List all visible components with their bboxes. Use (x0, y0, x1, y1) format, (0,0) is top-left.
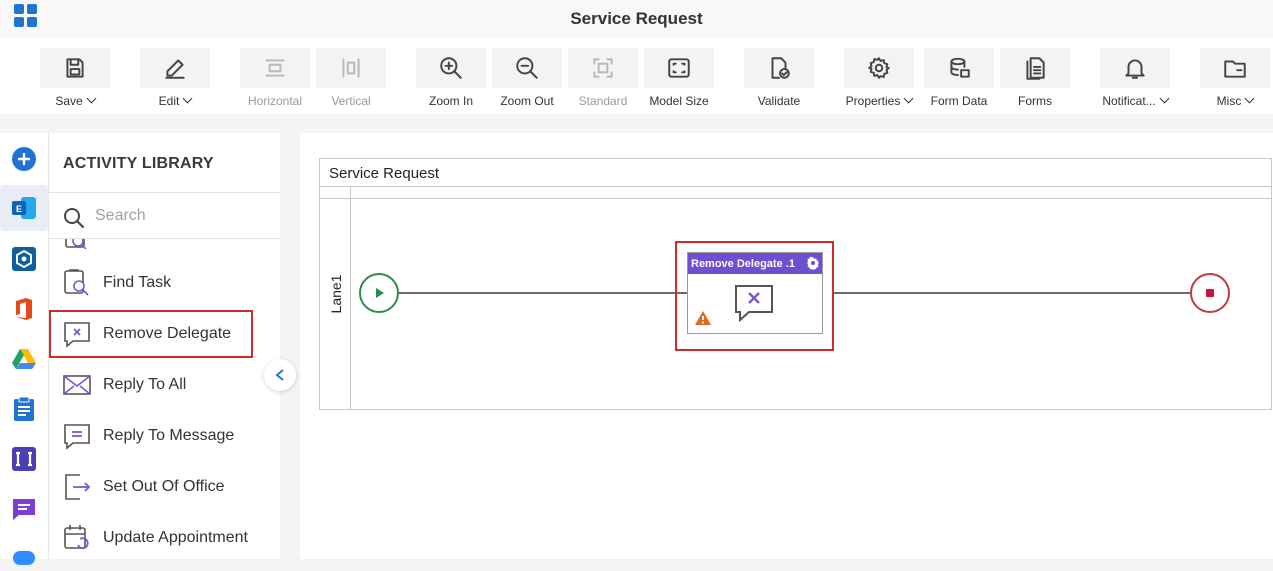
start-event[interactable] (359, 273, 399, 313)
properties-button[interactable]: Properties (844, 48, 914, 112)
collapse-library-button[interactable] (264, 359, 296, 391)
find-icon (65, 239, 87, 249)
forms-button[interactable]: Forms (1000, 48, 1070, 112)
exchange-icon[interactable]: E (0, 185, 48, 231)
add-icon[interactable] (11, 146, 37, 172)
hexagon-app-icon[interactable] (11, 246, 37, 272)
left-rail: E (0, 133, 48, 565)
edit-label: Edit (158, 94, 180, 108)
task-label: Remove Delegate .1 (691, 258, 795, 270)
database-icon (950, 57, 970, 78)
save-label: Save (55, 94, 83, 108)
library-item-reply-to-message[interactable]: Reply To Message (49, 412, 281, 460)
standard-button[interactable]: Standard (568, 48, 638, 112)
notifications-button[interactable]: Notificat... (1100, 48, 1170, 112)
gear-icon (868, 57, 890, 79)
end-event[interactable] (1190, 273, 1230, 313)
play-icon (376, 288, 384, 298)
library-item-label: Set Out Of Office (103, 478, 225, 495)
pool[interactable]: Service Request Lane1 Remove Delegate .1 (319, 158, 1272, 410)
library-item-update-appointment[interactable]: Update Appointment (49, 514, 281, 562)
library-item-label: Update Appointment (103, 529, 248, 546)
vertical-label: Vertical (331, 94, 371, 108)
svg-text:E: E (16, 204, 22, 214)
clipboard-icon[interactable] (11, 396, 37, 422)
library-item-find-task[interactable]: Find Task (49, 259, 281, 307)
model-size-button[interactable]: Model Size (644, 48, 714, 112)
gear-icon[interactable] (806, 256, 820, 270)
vertical-icon (342, 58, 360, 78)
remove-delegate-icon (735, 285, 773, 323)
validate-label: Validate (757, 94, 801, 108)
toolbar: Save Edit Horizontal Vertical Zoom In Zo… (0, 38, 1273, 114)
model-size-label: Model Size (649, 94, 709, 108)
vertical-button[interactable]: Vertical (316, 48, 386, 112)
zoom-out-icon (516, 57, 538, 79)
chevron-down-icon (86, 93, 97, 104)
reply-to-all-icon (63, 375, 91, 395)
search-input[interactable] (95, 205, 265, 227)
validate-button[interactable]: Validate (744, 48, 814, 112)
task-remove-delegate[interactable]: Remove Delegate .1 (687, 252, 823, 334)
search-icon (64, 208, 84, 228)
save-icon (66, 58, 84, 78)
save-button[interactable]: Save (40, 48, 110, 112)
chevron-down-icon (1244, 93, 1255, 104)
forms-icon (1026, 57, 1045, 80)
library-item-label: Find Task (103, 274, 172, 291)
bell-icon (1125, 59, 1145, 79)
text-columns-icon[interactable] (11, 446, 37, 472)
divider (49, 192, 280, 193)
forms-label: Forms (1018, 94, 1052, 108)
library-item-label: Reply To All (103, 376, 187, 393)
page-title: Service Request (570, 9, 703, 28)
video-icon[interactable] (11, 545, 37, 571)
stop-icon (1206, 289, 1214, 297)
notifications-label: Notificat... (1102, 94, 1156, 108)
chevron-down-icon (182, 93, 193, 104)
misc-button[interactable]: Misc (1200, 48, 1270, 112)
edit-button[interactable]: Edit (140, 48, 210, 112)
process-canvas[interactable]: Service Request Lane1 Remove Delegate .1 (300, 133, 1273, 559)
form-data-button[interactable]: Form Data (924, 48, 994, 112)
edit-icon (165, 59, 185, 79)
library-item-label: Remove Delegate (103, 325, 232, 342)
library-item-set-out-of-office[interactable]: Set Out Of Office (49, 463, 281, 511)
horizontal-button[interactable]: Horizontal (240, 48, 310, 112)
set-out-of-office-icon (65, 474, 91, 500)
find-task-icon (64, 269, 89, 296)
library-item-label: Reply To Message (103, 427, 235, 444)
horizontal-icon (265, 59, 285, 77)
task-header: Remove Delegate .1 (688, 253, 822, 274)
chevron-left-icon (275, 369, 284, 381)
misc-label: Misc (1216, 94, 1242, 108)
library-item-remove-delegate[interactable]: Remove Delegate (49, 310, 253, 358)
model-size-icon (668, 58, 690, 78)
validate-icon (771, 57, 790, 79)
warning-icon[interactable] (694, 310, 712, 326)
chevron-down-icon (903, 93, 914, 104)
remove-delegate-icon (64, 322, 90, 348)
office-icon[interactable] (11, 296, 37, 322)
title-bar: Service Request (0, 0, 1273, 38)
standard-icon (593, 58, 613, 78)
chevron-down-icon (1159, 93, 1170, 104)
library-item-reply-to-all[interactable]: Reply To All (49, 361, 281, 409)
properties-label: Properties (845, 94, 901, 108)
google-drive-icon[interactable] (11, 346, 37, 372)
zoom-in-button[interactable]: Zoom In (416, 48, 486, 112)
zoom-in-icon (440, 57, 462, 79)
zoom-out-button[interactable]: Zoom Out (492, 48, 562, 112)
activity-library: ACTIVITY LIBRARY Find Task Remove Delega… (48, 133, 280, 559)
library-title: ACTIVITY LIBRARY (63, 155, 214, 172)
reply-to-message-icon (64, 424, 90, 450)
chat-icon[interactable] (11, 496, 37, 522)
update-appointment-icon (64, 525, 89, 550)
folder-icon (1224, 60, 1246, 78)
